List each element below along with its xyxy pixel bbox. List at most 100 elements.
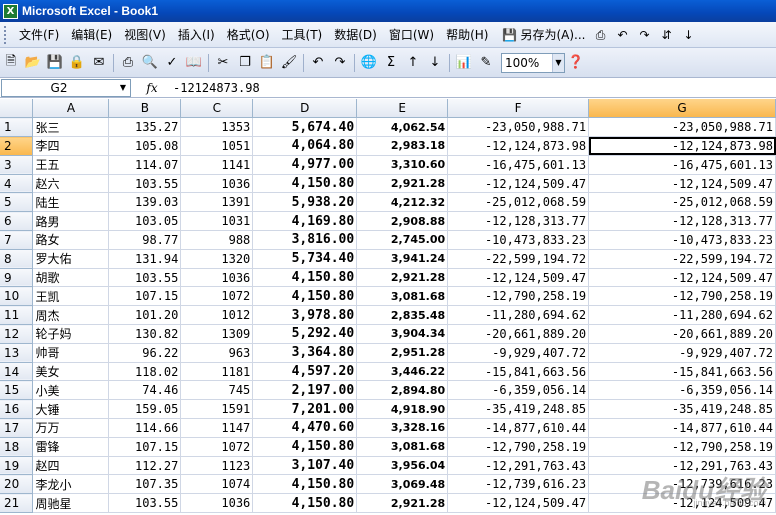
cell-name[interactable]: 胡歌 <box>32 268 110 288</box>
menu-tools[interactable]: 工具(T) <box>276 25 329 45</box>
name-box[interactable]: G2 ▼ <box>1 78 131 97</box>
cell-e[interactable]: 3,081.68 <box>356 286 449 307</box>
menu-grip[interactable] <box>4 25 7 44</box>
cell-f[interactable]: -14,877,610.44 <box>447 418 590 438</box>
cell-name[interactable]: 雷锋 <box>32 437 110 457</box>
cell-g[interactable]: -12,128,313.77 <box>588 211 776 232</box>
cell-g[interactable]: -10,473,833.23 <box>588 230 776 250</box>
cell-c[interactable]: 1123 <box>180 456 254 476</box>
cell-g[interactable]: -12,124,509.47 <box>588 174 776 194</box>
new-icon[interactable]: 🗎 <box>1 53 21 73</box>
spreadsheet-grid[interactable]: A B C D E F G 1 张三 135.27 1353 5,674.40 4,062… <box>0 99 776 515</box>
cell-d[interactable]: 5,938.20 <box>252 192 358 213</box>
cell-d[interactable]: 3,364.80 <box>252 343 358 363</box>
cell-c[interactable]: 1147 <box>180 418 254 438</box>
cell-b[interactable]: 131.94 <box>108 249 182 269</box>
save-icon[interactable]: 💾 <box>45 53 65 73</box>
cell-f[interactable]: -12,128,313.77 <box>447 211 590 232</box>
cell-g[interactable]: -35,419,248.85 <box>588 399 776 420</box>
column-header[interactable]: D <box>252 99 358 119</box>
cell-name[interactable]: 路男 <box>32 211 110 232</box>
cell-b[interactable]: 96.22 <box>108 343 182 363</box>
cell-e[interactable]: 2,983.18 <box>356 136 449 156</box>
row-header[interactable]: 2 <box>0 136 34 156</box>
column-header[interactable]: C <box>180 99 254 119</box>
cell-name[interactable]: 罗大佑 <box>32 249 110 269</box>
drawing-icon[interactable]: ✎ <box>476 53 496 73</box>
cell-f[interactable]: -9,929,407.72 <box>447 343 590 363</box>
cell-e[interactable]: 3,941.24 <box>356 249 449 269</box>
cell-f[interactable]: -22,599,194.72 <box>447 249 590 269</box>
cell-e[interactable]: 3,956.04 <box>356 456 449 476</box>
cell-c[interactable]: 1353 <box>180 117 254 138</box>
cell-e[interactable]: 4,918.90 <box>356 399 449 420</box>
undo-icon[interactable]: ↶ <box>308 53 328 73</box>
cell-e[interactable]: 2,921.28 <box>356 493 449 514</box>
cell-name[interactable]: 周杰 <box>32 305 110 326</box>
cell-b[interactable]: 103.05 <box>108 211 182 232</box>
cell-b[interactable]: 118.02 <box>108 362 182 382</box>
row-header[interactable]: 8 <box>0 249 34 269</box>
column-header[interactable]: F <box>447 99 590 119</box>
formula-input[interactable]: -12124873.98 <box>173 81 260 95</box>
cell-c[interactable]: 1309 <box>180 324 254 344</box>
insert-function-icon[interactable]: fx <box>131 81 173 95</box>
cell-b[interactable]: 107.15 <box>108 437 182 457</box>
cell-f[interactable]: -12,291,763.43 <box>447 456 590 476</box>
cell-g[interactable]: -12,790,258.19 <box>588 286 776 307</box>
cell-d[interactable]: 4,150.80 <box>252 174 358 194</box>
column-header[interactable]: B <box>108 99 182 119</box>
cell-c[interactable]: 1391 <box>180 192 254 213</box>
research-icon[interactable]: 📖 <box>184 53 204 73</box>
cell-f[interactable]: -12,790,258.19 <box>447 437 590 457</box>
row-header[interactable]: 6 <box>0 211 34 232</box>
row-header[interactable]: 5 <box>0 192 34 213</box>
redo-icon[interactable]: ↷ <box>637 27 653 43</box>
cell-name[interactable]: 周驰星 <box>32 493 110 514</box>
cell-name[interactable]: 王凯 <box>32 286 110 307</box>
cell-e[interactable]: 4,212.32 <box>356 192 449 213</box>
cell-b[interactable]: 103.55 <box>108 493 182 514</box>
sort-descending-icon[interactable]: ↓ <box>681 27 697 43</box>
hyperlink-icon[interactable]: 🌐 <box>359 53 379 73</box>
cell-b[interactable]: 130.82 <box>108 324 182 344</box>
cell-e[interactable]: 2,951.28 <box>356 343 449 363</box>
cell-d[interactable]: 4,977.00 <box>252 155 358 175</box>
cell-name[interactable]: 大锤 <box>32 399 110 420</box>
cell-d[interactable]: 5,674.40 <box>252 117 358 138</box>
cell-f[interactable]: -6,359,056.14 <box>447 380 590 401</box>
cell-d[interactable]: 3,107.40 <box>252 456 358 476</box>
cell-g[interactable]: -12,790,258.19 <box>588 437 776 457</box>
cell-b[interactable]: 103.55 <box>108 268 182 288</box>
email-icon[interactable]: ✉ <box>89 53 109 73</box>
chart-wizard-icon[interactable]: 📊 <box>454 53 474 73</box>
cell-f[interactable]: -23,050,988.71 <box>447 117 590 138</box>
sort-ascending-icon[interactable]: ⇵ <box>659 27 675 43</box>
cell-c[interactable]: 1181 <box>180 362 254 382</box>
cell-d[interactable]: 4,597.20 <box>252 362 358 382</box>
sort-descending-icon[interactable]: ↓ <box>425 53 445 73</box>
sort-ascending-icon[interactable]: ↑ <box>403 53 423 73</box>
menu-data[interactable]: 数据(D) <box>328 25 383 45</box>
row-header[interactable]: 17 <box>0 418 34 438</box>
cell-d[interactable]: 2,197.00 <box>252 380 358 401</box>
cell-name[interactable]: 赵四 <box>32 456 110 476</box>
menu-help[interactable]: 帮助(H) <box>440 25 494 45</box>
save-as-button[interactable]: 💾 另存为(A)... <box>494 26 589 43</box>
print-icon[interactable]: ⎙ <box>593 27 609 43</box>
column-header-selected[interactable]: G <box>588 99 776 119</box>
cell-f[interactable]: -25,012,068.59 <box>447 192 590 213</box>
menu-insert[interactable]: 插入(I) <box>172 25 221 45</box>
cell-e[interactable]: 2,745.00 <box>356 230 449 250</box>
cell-c[interactable]: 1051 <box>180 136 254 156</box>
permission-icon[interactable]: 🔒 <box>67 53 87 73</box>
menu-view[interactable]: 视图(V) <box>118 25 172 45</box>
cell-f[interactable]: -10,473,833.23 <box>447 230 590 250</box>
row-header[interactable]: 13 <box>0 343 34 363</box>
cut-icon[interactable]: ✂ <box>213 53 233 73</box>
cell-e[interactable]: 2,835.48 <box>356 305 449 326</box>
cell-e[interactable]: 4,062.54 <box>356 117 449 138</box>
cell-g[interactable]: -6,359,056.14 <box>588 380 776 401</box>
cell-g[interactable]: -12,124,509.47 <box>588 268 776 288</box>
cell-b[interactable]: 74.46 <box>108 380 182 401</box>
